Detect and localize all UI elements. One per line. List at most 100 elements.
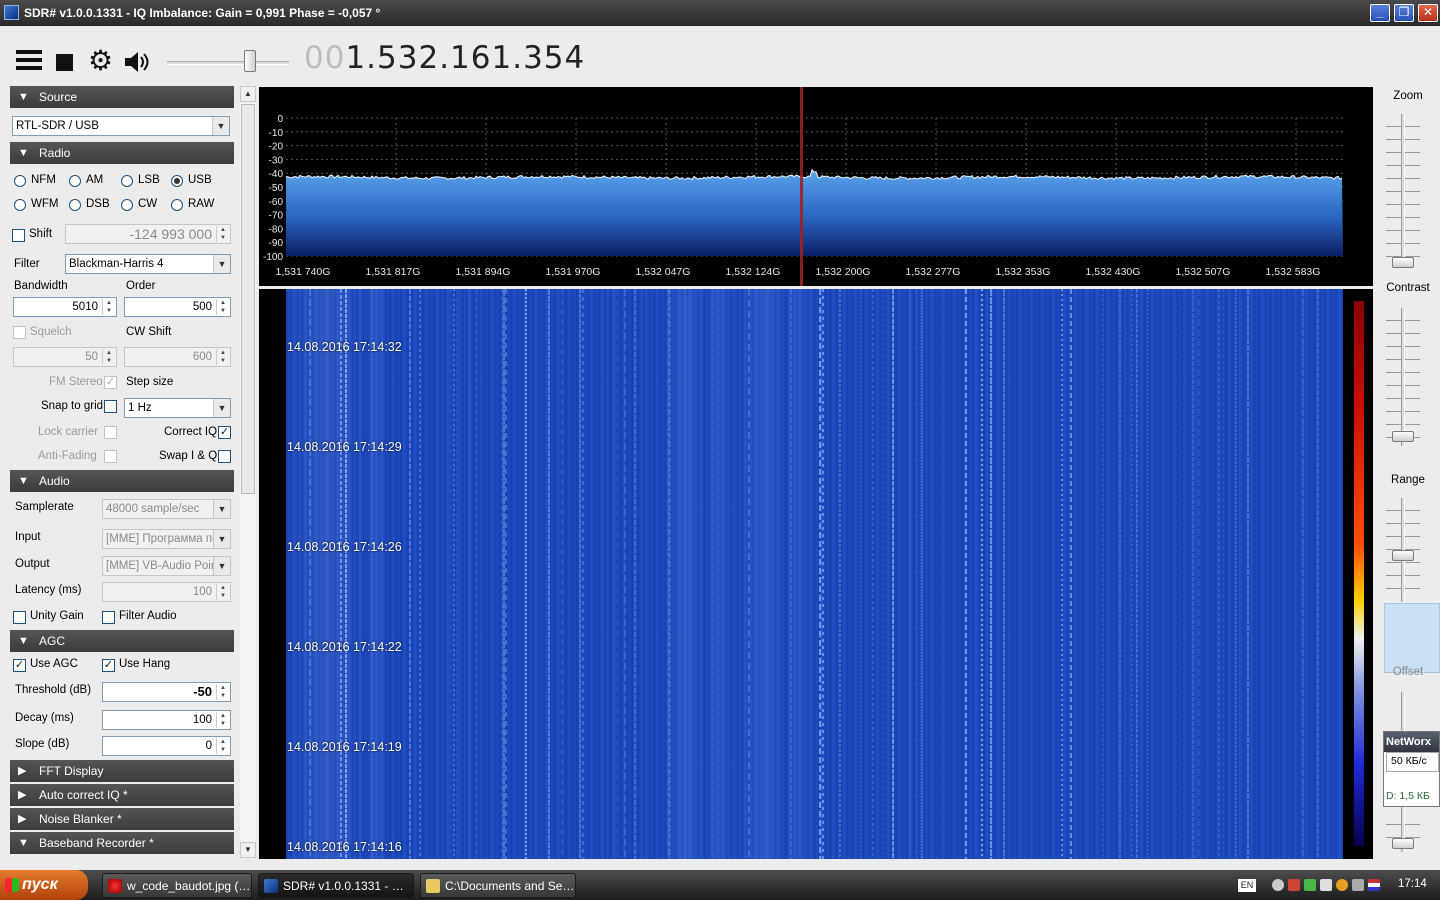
anti-fading-checkbox[interactable]	[104, 450, 117, 463]
section-baseband-recorder[interactable]: ▼ Baseband Recorder *	[10, 832, 234, 854]
correct-iq-checkbox[interactable]: ✓	[218, 426, 231, 439]
section-noise-blanker[interactable]: ▶ Noise Blanker *	[10, 808, 234, 830]
taskbar-item-sdrsharp[interactable]: SDR# v1.0.0.1331 - …	[258, 873, 414, 898]
squelch-checkbox[interactable]	[13, 326, 26, 339]
tray-expand-icon[interactable]	[1272, 879, 1284, 891]
section-title: Auto correct IQ *	[39, 788, 128, 802]
squelch-input[interactable]: 50 ▲ ▼	[13, 347, 117, 367]
maximize-button[interactable]: ❐	[1394, 4, 1414, 22]
input-device-select[interactable]: [MME] Программа пе ▼	[102, 529, 231, 549]
mode-radio-nfm[interactable]	[14, 175, 26, 187]
volume-slider-thumb[interactable]	[244, 50, 256, 72]
gear-icon[interactable]: ⚙	[88, 47, 114, 75]
mode-radio-am[interactable]	[69, 175, 81, 187]
control-panel-scrollbar[interactable]: ▲ ▼	[240, 86, 256, 858]
filter-audio-checkbox[interactable]	[102, 611, 115, 624]
step-size-select[interactable]: 1 Hz ▼	[124, 398, 231, 418]
section-fft-display[interactable]: ▶ FFT Display	[10, 760, 234, 782]
samplerate-select[interactable]: 48000 sample/sec ▼	[102, 499, 231, 519]
spinner-arrows-icon[interactable]: ▲ ▼	[216, 349, 229, 365]
scroll-up-icon[interactable]: ▲	[240, 86, 256, 102]
zoom-slider-track[interactable]	[1401, 114, 1405, 264]
cw-shift-input[interactable]: 600 ▲ ▼	[124, 347, 231, 367]
shift-input[interactable]: -124 993 000 ▲ ▼	[65, 224, 231, 244]
spinner-arrows-icon[interactable]: ▲ ▼	[102, 299, 115, 315]
source-device-select[interactable]: RTL-SDR / USB ▼	[12, 116, 230, 136]
snap-to-grid-checkbox[interactable]	[104, 400, 117, 413]
latency-input[interactable]: 100 ▲ ▼	[102, 582, 231, 602]
bandwidth-input[interactable]: 5010 ▲ ▼	[13, 297, 117, 317]
mode-radio-usb[interactable]	[171, 175, 183, 187]
flag-icon[interactable]	[1368, 879, 1380, 891]
offset-slider-thumb[interactable]	[1392, 838, 1414, 849]
scrollbar-thumb[interactable]	[241, 104, 255, 494]
networx-widget[interactable]: NetWorx 50 КБ/с D: 1,5 КБ	[1383, 731, 1440, 807]
network-icon[interactable]	[1288, 879, 1300, 891]
mode-radio-wfm[interactable]	[14, 199, 26, 211]
taskbar-item-image-viewer[interactable]: w_code_baudot.jpg (…	[102, 873, 252, 898]
spinner-arrows-icon[interactable]: ▲ ▼	[216, 684, 229, 700]
threshold-input[interactable]: -50 ▲ ▼	[102, 682, 231, 702]
start-button[interactable]: пуск	[0, 870, 88, 900]
toolbar: ⚙ 001.532.161.354	[0, 26, 1440, 86]
spinner-arrows-icon[interactable]: ▲ ▼	[216, 738, 229, 754]
language-indicator[interactable]: EN	[1238, 879, 1256, 892]
spinner-arrows-icon[interactable]: ▲ ▼	[216, 299, 229, 315]
vfo-marker[interactable]	[800, 87, 803, 286]
minimize-button[interactable]: _	[1370, 4, 1390, 22]
contrast-slider-thumb[interactable]	[1392, 431, 1414, 442]
section-audio[interactable]: ▼ Audio	[10, 470, 234, 492]
slope-input[interactable]: 0 ▲ ▼	[102, 736, 231, 756]
mode-radio-cw[interactable]	[121, 199, 133, 211]
spinner-arrows-icon[interactable]: ▲ ▼	[216, 226, 229, 242]
mode-radio-raw[interactable]	[171, 199, 183, 211]
threshold-value: -50	[193, 684, 212, 699]
order-input[interactable]: 500 ▲ ▼	[124, 297, 231, 317]
app-tray-icon[interactable]	[1336, 879, 1348, 891]
scroll-down-icon[interactable]: ▼	[240, 842, 256, 858]
filter-select[interactable]: Blackman-Harris 4 ▼	[65, 254, 231, 274]
mode-radio-lsb[interactable]	[121, 175, 133, 187]
sdr-icon	[264, 879, 278, 893]
speaker-icon[interactable]	[123, 50, 153, 74]
section-auto-correct-iq[interactable]: ▶ Auto correct IQ *	[10, 784, 234, 806]
shift-checkbox[interactable]	[12, 229, 25, 242]
range-slider-thumb[interactable]	[1392, 550, 1414, 561]
zoom-slider-thumb[interactable]	[1392, 257, 1414, 268]
stop-icon[interactable]	[56, 54, 73, 71]
fm-stereo-checkbox[interactable]: ✓	[104, 376, 117, 389]
section-agc[interactable]: ▼ AGC	[10, 630, 234, 652]
clock[interactable]: 17:14	[1398, 878, 1427, 890]
signal-icon[interactable]	[1304, 879, 1316, 891]
decay-value: 100	[192, 714, 212, 726]
contrast-slider-track[interactable]	[1401, 308, 1405, 446]
volume-icon[interactable]	[1320, 879, 1332, 891]
mode-radio-dsb[interactable]	[69, 199, 81, 211]
taskbar-item-explorer[interactable]: C:\Documents and Se…	[420, 873, 576, 898]
close-button[interactable]: ✕	[1418, 4, 1438, 22]
spinner-arrows-icon[interactable]: ▲ ▼	[102, 349, 115, 365]
filter-value: Blackman-Harris 4	[69, 258, 164, 270]
task-label: SDR# v1.0.0.1331 - …	[283, 879, 404, 893]
spectrum-plot[interactable]: 0 -10 -20 -30 -40 -50 -60 -70 -80 -90 -100 1,531 74…	[259, 87, 1387, 286]
lock-carrier-checkbox[interactable]	[104, 426, 117, 439]
hamburger-menu-icon[interactable]	[16, 50, 42, 74]
unity-gain-checkbox[interactable]	[13, 611, 26, 624]
swap-iq-checkbox[interactable]	[218, 450, 231, 463]
decay-input[interactable]: 100 ▲ ▼	[102, 710, 231, 730]
spinner-arrows-icon[interactable]: ▲ ▼	[216, 712, 229, 728]
spinner-arrows-icon[interactable]: ▲ ▼	[216, 584, 229, 600]
waterfall-display[interactable]: 14.08.2016 17:14:32 14.08.2016 17:14:29 14…	[259, 289, 1373, 859]
section-source[interactable]: ▼ Source	[10, 86, 234, 108]
use-agc-checkbox[interactable]: ✓	[13, 659, 26, 672]
section-radio[interactable]: ▼ Radio	[10, 142, 234, 164]
spectrum-analyzer[interactable]: 0 -10 -20 -30 -40 -50 -60 -70 -80 -90 -100 1,531 74…	[259, 87, 1387, 286]
output-device-select[interactable]: [MME] VB-Audio Point ▼	[102, 556, 231, 576]
volume-slider-track[interactable]	[167, 61, 289, 65]
use-hang-checkbox[interactable]: ✓	[102, 659, 115, 672]
y-tick-label: -100	[263, 252, 283, 263]
safely-remove-icon[interactable]	[1352, 879, 1364, 891]
frequency-display[interactable]: 001.532.161.354	[304, 40, 585, 76]
window-title: SDR# v1.0.0.1331 - IQ Imbalance: Gain = …	[24, 6, 381, 20]
waterfall-field[interactable]	[286, 289, 1343, 859]
